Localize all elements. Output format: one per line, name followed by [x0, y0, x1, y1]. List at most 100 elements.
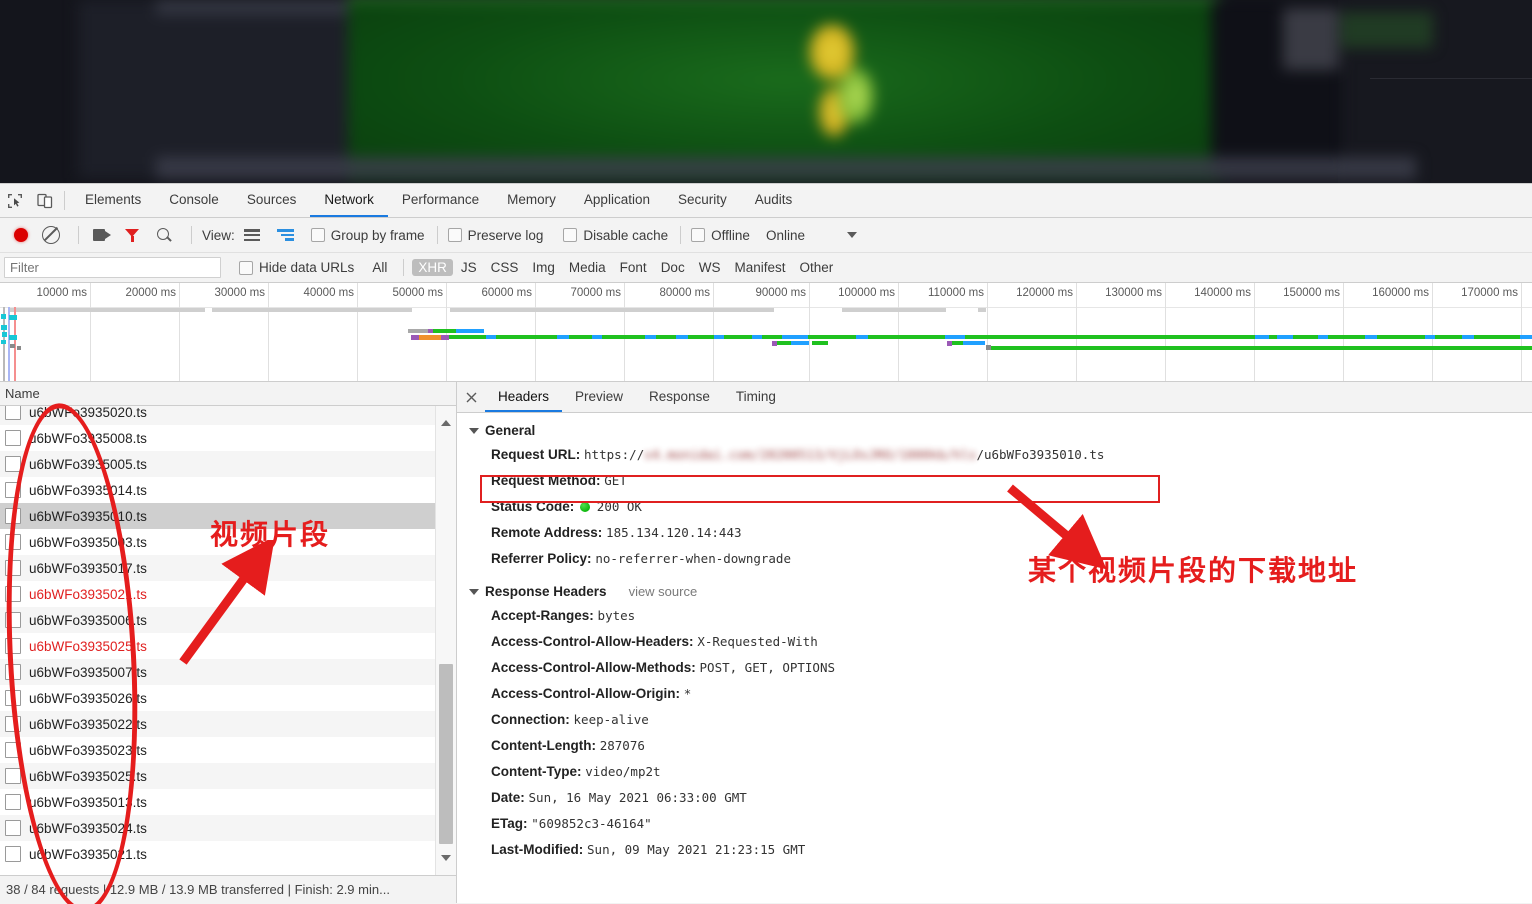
search-button[interactable] — [149, 227, 179, 243]
tab-elements[interactable]: Elements — [71, 184, 155, 217]
network-overview-timeline[interactable]: 10000 ms 20000 ms 30000 ms 40000 ms 5000… — [0, 283, 1532, 382]
row-checkbox[interactable] — [5, 508, 21, 524]
table-row[interactable]: u6bWFo3935007.ts — [0, 659, 456, 685]
row-checkbox[interactable] — [5, 612, 21, 628]
row-checkbox[interactable] — [5, 794, 21, 810]
requests-column-header[interactable]: Name — [0, 382, 456, 406]
tab-timing[interactable]: Timing — [723, 382, 789, 412]
filter-type-media[interactable]: Media — [563, 259, 612, 276]
header-key: Referrer Policy: — [491, 551, 592, 566]
throttling-select[interactable]: Online — [766, 228, 805, 243]
row-checkbox[interactable] — [5, 638, 21, 654]
scrollbar-thumb[interactable] — [439, 664, 453, 844]
waterfall-view-button[interactable] — [271, 229, 301, 241]
filter-type-css[interactable]: CSS — [485, 259, 525, 276]
toggle-device-toolbar-icon[interactable] — [30, 184, 60, 217]
row-checkbox[interactable] — [5, 534, 21, 550]
filter-type-img[interactable]: Img — [526, 259, 561, 276]
header-row-date: Date: Sun, 16 May 2021 06:33:00 GMT — [457, 785, 1532, 811]
row-checkbox[interactable] — [5, 820, 21, 836]
filter-type-doc[interactable]: Doc — [655, 259, 691, 276]
filter-input[interactable] — [4, 257, 221, 278]
table-row[interactable]: u6bWFo3935020.ts — [0, 406, 456, 425]
request-name: u6bWFo3935010.ts — [29, 508, 147, 524]
filter-type-ws[interactable]: WS — [693, 259, 727, 276]
group-by-frame-checkbox[interactable]: Group by frame — [310, 228, 425, 243]
table-row[interactable]: u6bWFo3935014.ts — [0, 477, 456, 503]
row-checkbox[interactable] — [5, 742, 21, 758]
overview-activity-bar — [842, 308, 946, 312]
table-row[interactable]: u6bWFo3935023.ts — [0, 737, 456, 763]
table-row[interactable]: u6bWFo3935025.ts — [0, 763, 456, 789]
tab-audits[interactable]: Audits — [741, 184, 807, 217]
filter-type-all[interactable]: All — [366, 259, 393, 276]
row-checkbox[interactable] — [5, 716, 21, 732]
general-section-header[interactable]: General — [457, 419, 1532, 442]
hide-data-urls-checkbox[interactable]: Hide data URLs — [239, 260, 354, 275]
tab-label: Performance — [401, 192, 480, 207]
row-checkbox[interactable] — [5, 664, 21, 680]
row-checkbox[interactable] — [5, 560, 21, 576]
close-details-button[interactable] — [457, 382, 485, 412]
tab-response[interactable]: Response — [636, 382, 723, 412]
inspect-element-icon[interactable] — [0, 184, 30, 217]
offline-checkbox[interactable]: Offline — [691, 228, 750, 243]
table-row[interactable]: u6bWFo3935005.ts — [0, 451, 456, 477]
video-player[interactable] — [78, 0, 1433, 182]
row-checkbox[interactable] — [5, 406, 21, 420]
table-row[interactable]: u6bWFo3935008.ts — [0, 425, 456, 451]
tab-network[interactable]: Network — [310, 184, 388, 217]
row-checkbox[interactable] — [5, 586, 21, 602]
video-controls-bar[interactable] — [156, 157, 1416, 179]
table-row[interactable]: u6bWFo3935017.ts — [0, 555, 456, 581]
header-row-content-length: Content-Length: 287076 — [457, 733, 1532, 759]
record-button[interactable] — [8, 228, 34, 242]
row-checkbox[interactable] — [5, 430, 21, 446]
waterfall-segment — [433, 329, 456, 333]
disable-cache-checkbox[interactable]: Disable cache — [563, 228, 668, 243]
list-view-button[interactable] — [235, 229, 269, 241]
table-row[interactable]: u6bWFo3935022.ts — [0, 711, 456, 737]
filter-type-manifest[interactable]: Manifest — [728, 259, 791, 276]
tab-application[interactable]: Application — [570, 184, 664, 217]
more-options-button[interactable] — [846, 232, 857, 238]
response-headers-section-header[interactable]: Response Headers view source — [457, 580, 1532, 603]
filter-type-font[interactable]: Font — [614, 259, 653, 276]
tab-security[interactable]: Security — [664, 184, 741, 217]
scroll-up-icon[interactable] — [441, 420, 451, 426]
table-row[interactable]: u6bWFo3935026.ts — [0, 685, 456, 711]
table-row[interactable]: u6bWFo3935006.ts — [0, 607, 456, 633]
filter-type-other[interactable]: Other — [793, 259, 839, 276]
row-checkbox[interactable] — [5, 846, 21, 862]
table-row[interactable]: u6bWFo3935013.ts — [0, 789, 456, 815]
tab-headers[interactable]: Headers — [485, 382, 563, 412]
row-checkbox[interactable] — [5, 690, 21, 706]
clear-button[interactable] — [36, 226, 66, 244]
view-source-link[interactable]: view source — [629, 584, 698, 599]
capture-screenshots-button[interactable] — [89, 229, 115, 241]
filter-toggle-button[interactable] — [117, 228, 147, 242]
header-row-connection: Connection: keep-alive — [457, 707, 1532, 733]
waterfall-segment — [1318, 335, 1328, 339]
header-row-etag: ETag: "609852c3-46164" — [457, 811, 1532, 837]
requests-scrollbar[interactable] — [435, 406, 456, 875]
row-checkbox[interactable] — [5, 768, 21, 784]
tab-performance[interactable]: Performance — [388, 184, 493, 217]
header-value[interactable]: https://v4.monidai.com/20200513/VjLOsJRO… — [584, 447, 1104, 462]
tab-sources[interactable]: Sources — [233, 184, 311, 217]
tab-preview[interactable]: Preview — [562, 382, 636, 412]
tab-console[interactable]: Console — [155, 184, 233, 217]
preserve-log-checkbox[interactable]: Preserve log — [447, 228, 543, 243]
table-row[interactable]: u6bWFo3935021.ts — [0, 581, 456, 607]
tab-memory[interactable]: Memory — [493, 184, 570, 217]
requests-list[interactable]: u6bWFo3935020.ts u6bWFo3935008.ts u6bWFo… — [0, 406, 456, 875]
row-checkbox[interactable] — [5, 482, 21, 498]
tab-label: Audits — [754, 192, 793, 207]
table-row[interactable]: u6bWFo3935024.ts — [0, 815, 456, 841]
table-row[interactable]: u6bWFo3935025.ts — [0, 633, 456, 659]
table-row[interactable]: u6bWFo3935021.ts — [0, 841, 456, 867]
scroll-down-icon[interactable] — [441, 855, 451, 861]
row-checkbox[interactable] — [5, 456, 21, 472]
filter-type-xhr[interactable]: XHR — [412, 259, 453, 276]
filter-type-js[interactable]: JS — [455, 259, 483, 276]
